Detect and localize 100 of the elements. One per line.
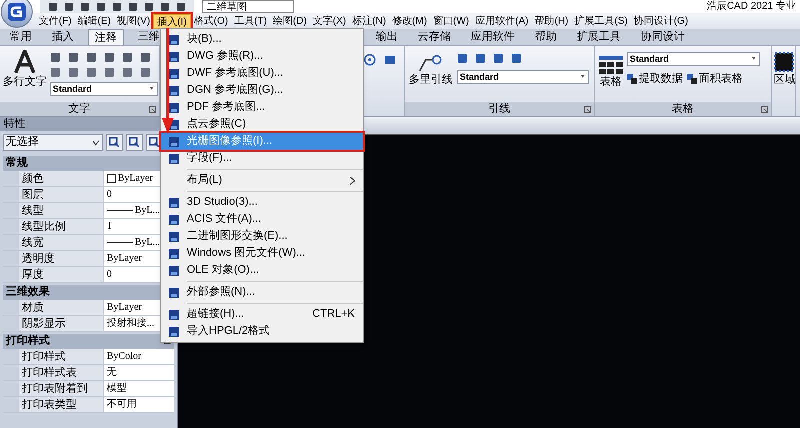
- menu-item[interactable]: PDF 参考底图...: [161, 99, 363, 116]
- tool-icon[interactable]: [86, 52, 97, 63]
- ribbon-tab[interactable]: 应用软件: [465, 29, 521, 45]
- color-swatch-icon[interactable]: [107, 174, 116, 183]
- selection-dropdown[interactable]: 无选择: [3, 134, 103, 151]
- property-value[interactable]: 不可用: [104, 397, 174, 412]
- tool-icon[interactable]: [140, 67, 151, 78]
- table-button[interactable]: 表格: [599, 50, 623, 90]
- property-value[interactable]: 模型: [104, 381, 174, 396]
- menu-item[interactable]: 绘图(D): [270, 14, 310, 28]
- ribbon-tab[interactable]: 插入: [46, 29, 80, 45]
- menu-item[interactable]: 标注(N): [349, 14, 390, 28]
- menu-item[interactable]: 扩展工具(S): [572, 14, 631, 28]
- property-name: 线型比例: [19, 219, 104, 234]
- stacked-squares-icon[interactable]: [687, 74, 697, 84]
- circle-icon[interactable]: [364, 54, 376, 66]
- property-name: 透明度: [19, 251, 104, 266]
- letter-a-icon[interactable]: [14, 50, 36, 74]
- tool-icon[interactable]: [50, 67, 61, 78]
- ribbon-button[interactable]: 提取数据: [627, 71, 683, 88]
- select-button[interactable]: [126, 134, 143, 151]
- menu-item[interactable]: 协同设计(G): [630, 14, 692, 28]
- property-name: 打印表附着到: [19, 381, 104, 396]
- menu-item[interactable]: 插入(I): [153, 14, 191, 28]
- multiline-text-button[interactable]: 多行文字: [3, 50, 47, 90]
- menu-item[interactable]: 视图(V): [114, 14, 154, 28]
- property-name: 阴影显示: [19, 316, 104, 331]
- style-value: Standard: [53, 83, 92, 95]
- menu-item[interactable]: 编辑(E): [74, 14, 114, 28]
- app-title: 浩辰CAD 2021 专业: [707, 0, 797, 12]
- section-header[interactable]: 打印样式: [3, 334, 174, 349]
- ribbon-button[interactable]: 面积表格: [687, 71, 743, 88]
- dropdown-caret-icon[interactable]: [92, 138, 100, 146]
- ribbon-tab[interactable]: 帮助: [529, 29, 563, 45]
- logo-letter-icon: [7, 2, 27, 22]
- ribbon-tab[interactable]: 注释: [88, 29, 124, 45]
- menu-item[interactable]: 应用软件(A): [472, 14, 532, 28]
- tool-icon[interactable]: [86, 67, 97, 78]
- launcher-icon[interactable]: [149, 106, 156, 113]
- tool-icon[interactable]: [122, 67, 133, 78]
- ribbon-tab[interactable]: 输出: [370, 29, 404, 45]
- menu-item[interactable]: 格式(O): [190, 14, 232, 28]
- menu-item[interactable]: 块(B)...: [161, 31, 363, 48]
- hatch-icon[interactable]: [774, 52, 794, 72]
- select-button[interactable]: [106, 134, 123, 151]
- menu-item[interactable]: DWG 参照(R)...: [161, 48, 363, 65]
- panel-title: 表格: [672, 102, 694, 116]
- tool-icon[interactable]: [50, 52, 61, 63]
- property-name: 材质: [19, 300, 104, 315]
- leader-icon[interactable]: [418, 54, 444, 72]
- plus-select-icon[interactable]: [109, 137, 120, 148]
- panel-title: 引线: [488, 102, 510, 116]
- tool-icon[interactable]: [104, 67, 115, 78]
- style-dropdown[interactable]: Standard: [50, 82, 158, 96]
- linetype-sample-icon[interactable]: [107, 208, 133, 212]
- ribbon-tab[interactable]: 协同设计: [635, 29, 691, 45]
- tool-icon[interactable]: [493, 53, 504, 64]
- multileader-button[interactable]: 多里引线: [409, 50, 453, 88]
- table-grid-icon[interactable]: [599, 56, 623, 74]
- style-dropdown[interactable]: Standard: [457, 70, 589, 84]
- select-window-icon[interactable]: [129, 137, 140, 148]
- menu-item[interactable]: 帮助(H): [532, 14, 572, 28]
- select-objects-icon[interactable]: [149, 137, 160, 148]
- property-name: 打印样式: [19, 349, 104, 364]
- tool-icon[interactable]: [104, 52, 115, 63]
- menu-item[interactable]: DGN 参考底图(G)...: [161, 82, 363, 99]
- region-button[interactable]: 区域: [774, 52, 796, 88]
- linetype-sample-icon[interactable]: [107, 240, 133, 244]
- menu-item[interactable]: 窗口(W): [430, 14, 472, 28]
- property-name: 线型: [19, 203, 104, 218]
- property-name: 打印表类型: [19, 397, 104, 412]
- menu-item[interactable]: DWF 参考底图(U)...: [161, 65, 363, 82]
- launcher-icon[interactable]: [761, 106, 768, 113]
- dimension-icon[interactable]: [384, 54, 396, 66]
- menu-item[interactable]: 修改(M): [389, 14, 430, 28]
- ribbon-tab[interactable]: 云存储: [412, 29, 457, 45]
- property-value[interactable]: 无: [104, 365, 174, 380]
- launcher-icon[interactable]: [584, 106, 591, 113]
- ribbon-tab[interactable]: 扩展工具: [571, 29, 627, 45]
- tool-icon[interactable]: [68, 52, 79, 63]
- ribbon-tab[interactable]: 常用: [4, 29, 38, 45]
- menu-item[interactable]: 文件(F): [36, 14, 75, 28]
- panel-title: 特性: [4, 116, 26, 132]
- workspace-dropdown[interactable]: 二维草图: [202, 0, 294, 13]
- tool-icon[interactable]: [140, 52, 151, 63]
- style-value: Standard: [460, 71, 500, 83]
- tool-icon[interactable]: [122, 52, 133, 63]
- property-name: 打印样式表: [19, 365, 104, 380]
- tool-icon[interactable]: [68, 67, 79, 78]
- property-name: 厚度: [19, 267, 104, 282]
- tool-icon[interactable]: [457, 53, 468, 64]
- tool-icon[interactable]: [511, 53, 522, 64]
- tool-icon[interactable]: [475, 53, 486, 64]
- style-dropdown[interactable]: Standard: [627, 52, 760, 66]
- property-value[interactable]: ByColor: [104, 349, 174, 364]
- selection-value: 无选择: [6, 135, 39, 150]
- menu-item[interactable]: 文字(X): [310, 14, 350, 28]
- property-name: 线宽: [19, 235, 104, 250]
- stacked-squares-icon[interactable]: [627, 74, 637, 84]
- menu-item[interactable]: 工具(T): [231, 14, 270, 28]
